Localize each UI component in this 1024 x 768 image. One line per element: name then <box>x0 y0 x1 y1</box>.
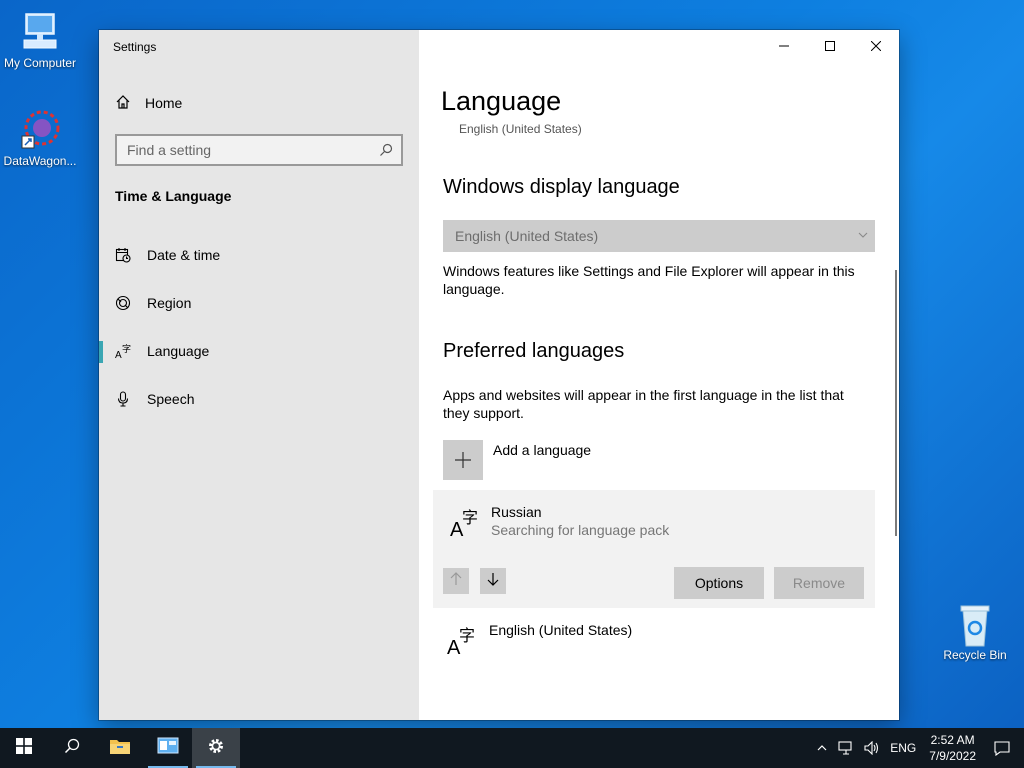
content-pane: Language English (United States) Windows… <box>419 30 899 720</box>
search-placeholder: Find a setting <box>127 142 212 158</box>
add-language-button[interactable]: Add a language <box>443 440 591 480</box>
arrow-up-icon <box>449 571 463 591</box>
taskbar-app-control-panel[interactable] <box>144 728 192 768</box>
volume-icon[interactable] <box>859 741 885 755</box>
microphone-icon <box>115 391 131 407</box>
desktop-icon-my-computer[interactable]: My Computer <box>0 10 80 70</box>
display-language-dropdown[interactable]: English (United States) <box>443 220 875 252</box>
folder-icon <box>109 737 131 760</box>
sidebar-item-label: Region <box>147 295 192 311</box>
nav-home-label: Home <box>145 95 183 111</box>
home-icon <box>115 94 131 113</box>
window-title: Settings <box>113 40 157 54</box>
language-name: Russian <box>491 504 542 520</box>
clock-time: 2:52 AM <box>930 733 975 747</box>
add-language-label: Add a language <box>493 442 592 458</box>
language-item-russian[interactable]: A字 Russian Searching for language pack O… <box>433 490 875 608</box>
scrollbar[interactable] <box>895 270 897 536</box>
display-language-value: English (United States) <box>455 228 599 244</box>
computer-icon <box>18 10 62 54</box>
search-input[interactable]: Find a setting <box>115 134 403 166</box>
options-button[interactable]: Options <box>674 567 764 599</box>
svg-text:字: 字 <box>122 343 131 355</box>
plus-icon <box>443 440 483 480</box>
minimize-button[interactable] <box>761 30 807 62</box>
input-language-indicator[interactable]: ENG <box>885 741 921 755</box>
language-icon: A字 <box>449 506 481 541</box>
remove-button[interactable]: Remove <box>774 567 864 599</box>
calendar-clock-icon <box>115 247 131 263</box>
taskbar: ENG 2:52 AM 7/9/2022 <box>0 728 1024 768</box>
sidebar-item-date-time[interactable]: Date & time <box>99 235 419 275</box>
sidebar-section-title: Time & Language <box>115 188 232 204</box>
windows-logo-icon <box>16 737 32 759</box>
nav-home[interactable]: Home <box>115 92 182 114</box>
chevron-up-icon[interactable] <box>811 742 833 754</box>
search-icon <box>64 738 80 759</box>
svg-text:A: A <box>115 350 122 359</box>
page-subtitle: English (United States) <box>459 122 582 136</box>
taskbar-settings[interactable] <box>192 728 240 768</box>
desktop-icon-datawagon[interactable]: DataWagon... <box>0 108 80 168</box>
taskbar-file-explorer[interactable] <box>96 728 144 768</box>
sidebar-item-label: Language <box>147 343 210 359</box>
desktop-icon-recycle-bin[interactable]: Recycle Bin <box>935 602 1015 662</box>
language-icon: A字 <box>446 624 478 659</box>
sidebar-item-region[interactable]: Region <box>99 283 419 323</box>
svg-text:字: 字 <box>459 626 475 645</box>
system-tray: ENG 2:52 AM 7/9/2022 <box>811 728 1024 768</box>
settings-window: Settings Home Find a setting Time & Lang… <box>99 30 899 720</box>
datawagon-icon <box>18 108 62 152</box>
taskbar-search-button[interactable] <box>48 728 96 768</box>
preferred-languages-heading: Preferred languages <box>443 340 625 362</box>
desktop-icon-label: DataWagon... <box>3 154 77 168</box>
language-status: Searching for language pack <box>491 522 670 538</box>
display-language-description: Windows features like Settings and File … <box>443 263 855 297</box>
clock-date: 7/9/2022 <box>929 749 976 763</box>
svg-text:字: 字 <box>462 508 478 527</box>
move-down-button[interactable] <box>480 568 506 594</box>
desktop-icon-label: My Computer <box>3 56 77 70</box>
globe-icon <box>115 295 131 311</box>
network-icon[interactable] <box>833 741 859 755</box>
notification-icon[interactable] <box>984 740 1024 756</box>
preferred-languages-description: Apps and websites will appear in the fir… <box>443 387 844 421</box>
gear-icon <box>207 737 225 760</box>
move-up-button[interactable] <box>443 568 469 594</box>
arrow-down-icon <box>486 572 500 591</box>
sidebar-item-speech[interactable]: Speech <box>99 379 419 419</box>
language-icon: A字 <box>115 343 131 359</box>
close-button[interactable] <box>853 30 899 62</box>
chevron-down-icon <box>857 228 869 244</box>
sidebar-item-label: Speech <box>147 391 195 407</box>
start-button[interactable] <box>0 728 48 768</box>
maximize-button[interactable] <box>807 30 853 62</box>
sidebar-item-language[interactable]: A字 Language <box>99 331 419 371</box>
window-controls <box>761 30 899 62</box>
page-title: Language <box>441 86 562 116</box>
control-panel-icon <box>157 737 179 760</box>
display-language-heading: Windows display language <box>443 176 680 198</box>
clock[interactable]: 2:52 AM 7/9/2022 <box>921 732 984 764</box>
recycle-bin-icon <box>953 602 997 647</box>
desktop-icon-label: Recycle Bin <box>943 648 1007 662</box>
language-item-english-us[interactable]: English (United States) <box>489 622 632 638</box>
sidebar-item-label: Date & time <box>147 247 221 263</box>
sidebar: Settings Home Find a setting Time & Lang… <box>99 30 419 720</box>
search-icon[interactable] <box>379 143 393 160</box>
